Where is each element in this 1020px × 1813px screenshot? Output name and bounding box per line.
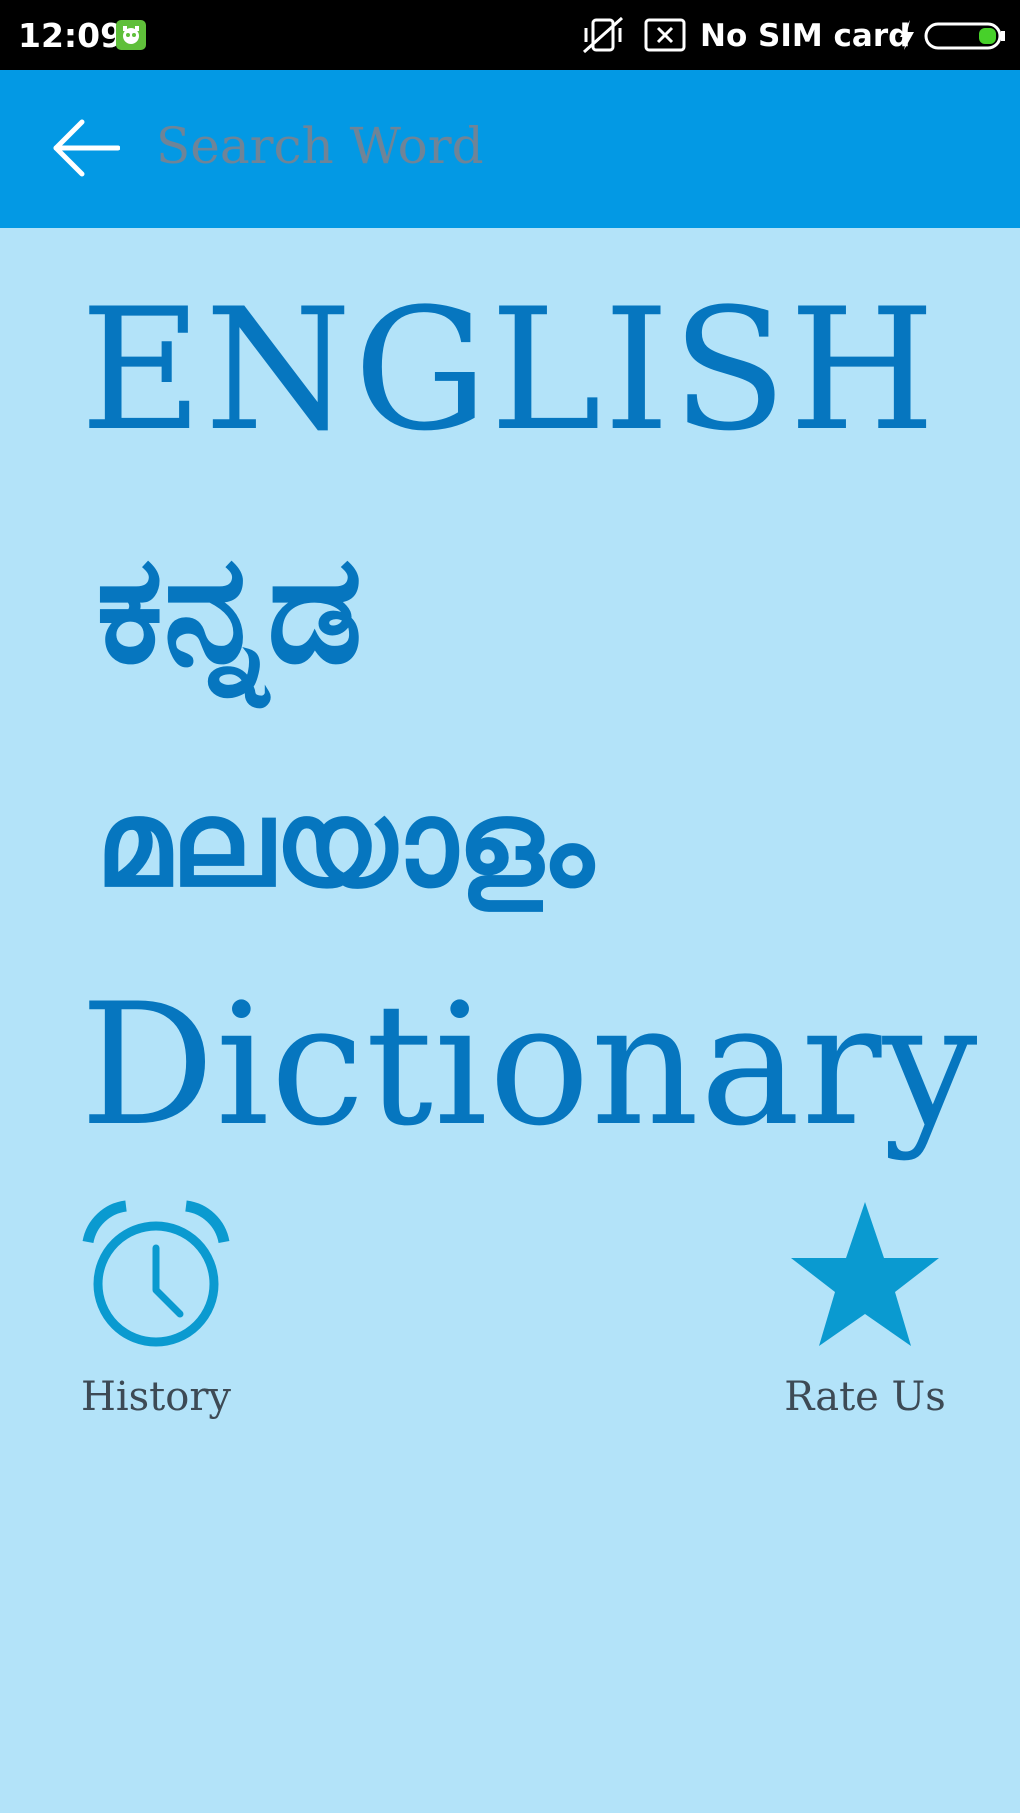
back-button[interactable] — [40, 110, 136, 182]
app-notification-icon — [116, 20, 146, 50]
star-icon — [791, 1202, 939, 1346]
title-malayalam: മലയാളം — [96, 775, 594, 914]
arrow-left-icon — [53, 119, 120, 177]
history-button[interactable]: History — [56, 1200, 256, 1440]
title-english: ENGLISH — [80, 272, 938, 468]
no-sim-icon — [644, 18, 686, 56]
status-bar: 12:09 No SIM card — [0, 0, 1020, 70]
battery-level-fill — [979, 28, 996, 44]
title-kannada: ಕನ್ನಡ — [96, 523, 363, 697]
battery-icon — [924, 22, 1006, 54]
alarm-clock-icon — [82, 1200, 230, 1347]
rate-us-button[interactable]: Rate Us — [765, 1200, 965, 1440]
search-toolbar — [0, 70, 1020, 228]
title-dictionary: Dictionary — [80, 967, 979, 1163]
history-label: History — [80, 1374, 232, 1420]
search-input[interactable] — [156, 106, 956, 186]
status-time: 12:09 — [18, 16, 124, 55]
rate-us-label: Rate Us — [784, 1374, 946, 1420]
carrier-text: No SIM card — [700, 18, 911, 54]
charging-icon — [898, 20, 916, 54]
vibrate-icon — [580, 14, 626, 60]
